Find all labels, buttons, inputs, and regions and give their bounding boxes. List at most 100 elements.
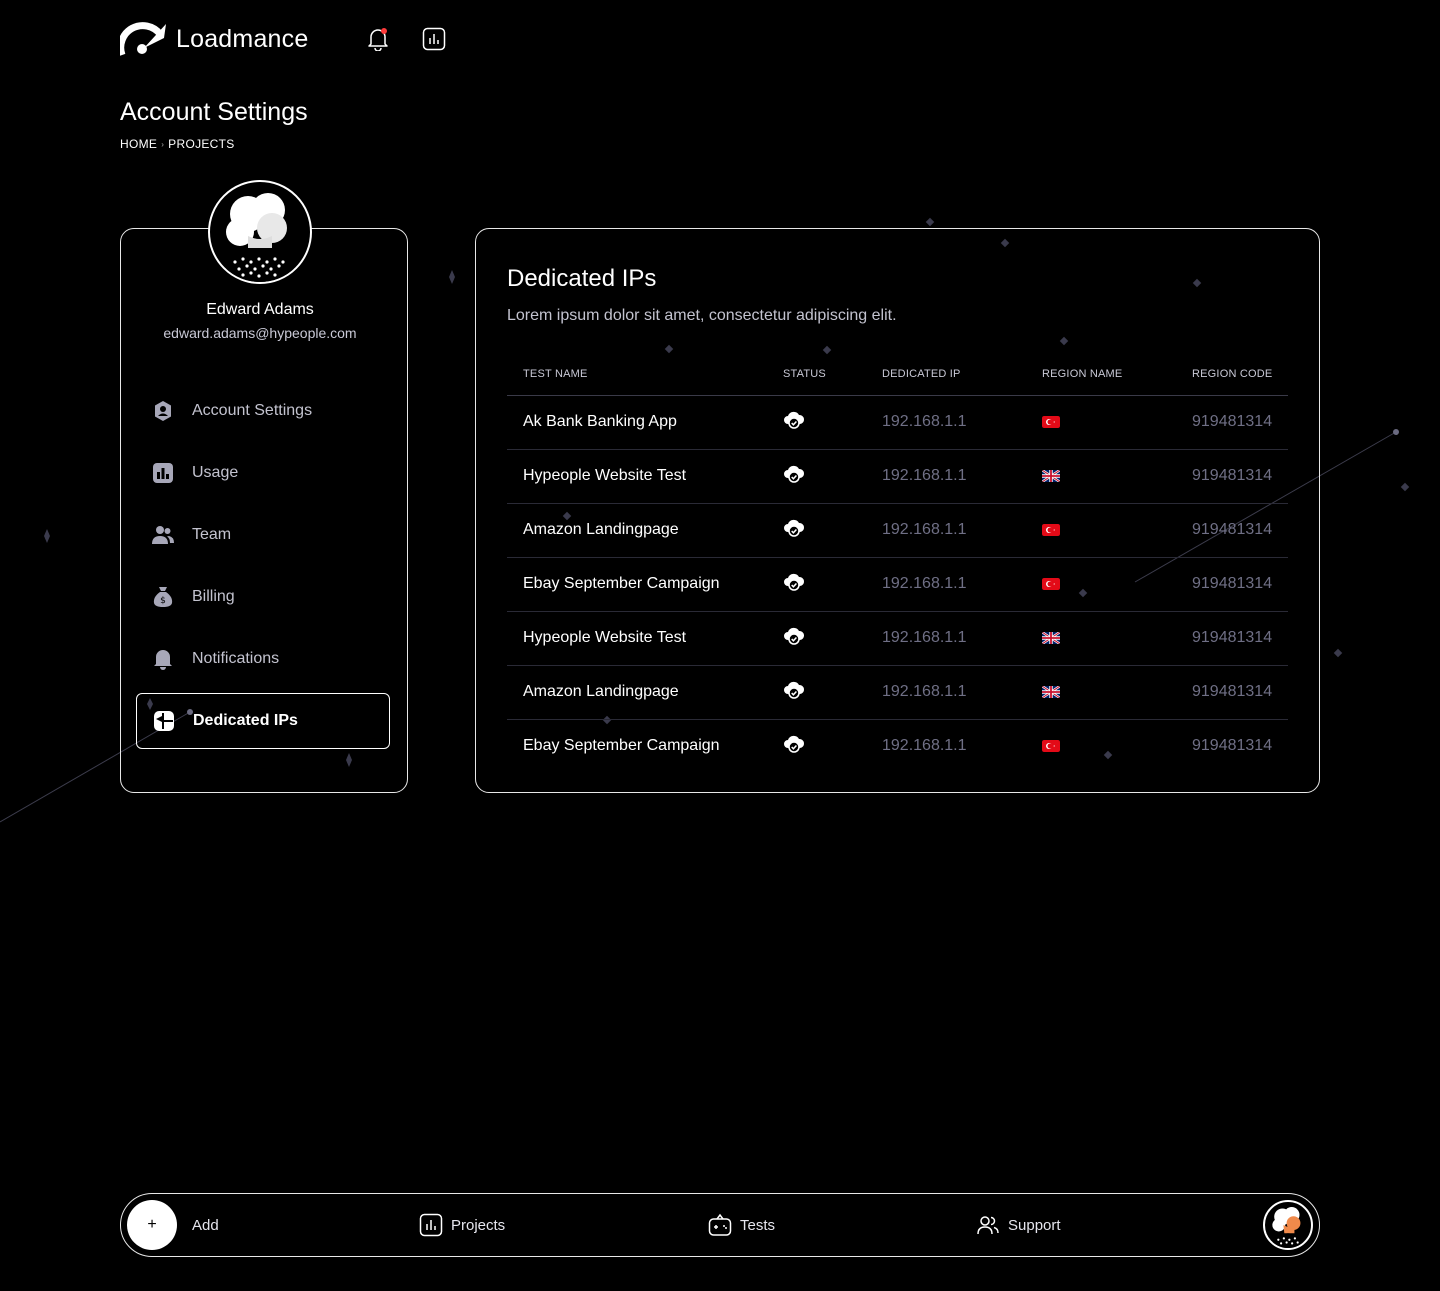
bar-chart-icon	[152, 462, 174, 484]
speedometer-logo-icon	[120, 22, 166, 56]
table-row[interactable]: Ebay September Campaign 192.168.1.1 919481…	[507, 557, 1288, 612]
status-cell	[783, 395, 882, 450]
cloud-check-icon	[783, 681, 805, 704]
region-name-cell	[1042, 611, 1192, 666]
nav-projects-label: Projects	[451, 1216, 506, 1234]
nav-tests[interactable]: Tests	[708, 1194, 775, 1256]
menu-item-billing[interactable]: $ Billing	[136, 569, 390, 625]
status-cell	[783, 665, 882, 720]
region-code-cell: 919481314	[1192, 665, 1288, 720]
column-dedicated-ip[interactable]: DEDICATED IP	[882, 353, 1042, 396]
user-avatar[interactable]	[1263, 1200, 1313, 1250]
breadcrumb-home[interactable]: HOME	[120, 137, 157, 151]
table-row[interactable]: Hypeople Website Test 192.168.1.1 91948131…	[507, 611, 1288, 666]
status-cell	[783, 611, 882, 666]
menu-item-dedicated-ips[interactable]: Dedicated IPs	[136, 693, 390, 749]
menu-item-label: Dedicated IPs	[193, 712, 298, 729]
user-shield-icon	[152, 400, 174, 422]
region-code-cell: 919481314	[1192, 611, 1288, 666]
table-row[interactable]: Amazon Landingpage 192.168.1.1 919481314	[507, 665, 1288, 720]
dedicated-ip-cell: 192.168.1.1	[882, 557, 1042, 612]
page-title: Account Settings	[120, 98, 308, 126]
add-label[interactable]: Add	[192, 1194, 219, 1256]
column-region-name[interactable]: REGION NAME	[1042, 353, 1192, 396]
panel-title: Dedicated IPs	[507, 265, 657, 292]
status-cell	[783, 719, 882, 773]
status-cell	[783, 503, 882, 558]
menu-item-account-settings[interactable]: Account Settings	[136, 383, 390, 439]
nav-support[interactable]: Support	[976, 1194, 1061, 1256]
dedicated-ip-cell: 192.168.1.1	[882, 737, 967, 755]
add-button[interactable]: +	[127, 1200, 177, 1250]
test-name-cell: Ak Bank Banking App	[507, 395, 783, 450]
uk-flag-icon	[1042, 629, 1060, 646]
dedicated-ip-cell: 192.168.1.1	[882, 665, 1042, 720]
status-cell	[783, 449, 882, 504]
nav-support-label: Support	[1008, 1216, 1061, 1234]
test-name-cell: Hypeople Website Test	[507, 449, 783, 504]
profile-name: Edward Adams	[206, 301, 314, 318]
menu-item-label: Usage	[192, 464, 239, 481]
gamepad-icon	[708, 1213, 732, 1236]
breadcrumb: HOME › PROJECTS	[120, 137, 235, 151]
nav-tests-label: Tests	[740, 1216, 776, 1234]
money-bag-icon: $	[152, 586, 174, 608]
region-name-cell	[1042, 395, 1192, 450]
profile-email: edward.adams@hypeople.com	[163, 325, 357, 341]
breadcrumb-projects[interactable]: PROJECTS	[168, 137, 234, 151]
menu-item-label: Account Settings	[192, 402, 313, 419]
panel-description: Lorem ipsum dolor sit amet, consectetur …	[507, 307, 897, 324]
chart-icon[interactable]	[420, 25, 448, 53]
test-name-cell: Hypeople Website Test	[507, 611, 783, 666]
cloud-check-icon	[783, 411, 805, 434]
column-test-name[interactable]: TEST NAME	[507, 353, 783, 396]
dedicated-ip-cell: 192.168.1.1	[882, 503, 1042, 558]
test-name-cell: Amazon Landingpage	[507, 665, 783, 720]
table-row[interactable]: Hypeople Website Test 192.168.1.1 91948131…	[507, 449, 1288, 504]
column-status[interactable]: STATUS	[783, 353, 882, 396]
uk-flag-icon	[1042, 467, 1060, 484]
turkey-flag-icon	[1042, 737, 1060, 754]
menu-item-team[interactable]: Team	[136, 507, 390, 563]
dedicated-ips-panel: Dedicated IPs Lorem ipsum dolor sit amet…	[475, 228, 1320, 793]
avatar[interactable]	[208, 180, 312, 284]
brand-logo[interactable]: Loadmance	[120, 22, 308, 56]
region-name-cell	[1042, 449, 1192, 504]
region-name-cell	[1042, 665, 1192, 720]
menu-item-notifications[interactable]: Notifications	[136, 631, 390, 687]
region-code-cell: 919481314	[1192, 737, 1273, 755]
cloud-check-icon	[783, 735, 805, 758]
cloud-check-icon	[783, 465, 805, 488]
region-name-cell	[1042, 503, 1192, 558]
cloud-check-icon	[783, 519, 805, 542]
menu-item-label: Billing	[192, 588, 235, 605]
menu-item-usage[interactable]: Usage	[136, 445, 390, 501]
chart-icon	[419, 1213, 443, 1237]
dedicated-ip-cell: 192.168.1.1	[882, 395, 1042, 450]
region-code-cell: 919481314	[1192, 557, 1288, 612]
region-name-cell	[1042, 557, 1192, 612]
table-header-row: TEST NAME STATUS DEDICATED IP REGION NAM…	[507, 353, 1288, 396]
users-icon	[977, 1216, 999, 1235]
menu-item-label: Team	[192, 526, 232, 543]
table-row[interactable]: Amazon Landingpage 192.168.1.1 919481314	[507, 503, 1288, 558]
top-header: Loadmance	[120, 18, 448, 60]
bottom-navigation: + Add Projects Tests Support	[120, 1193, 1320, 1257]
status-cell	[783, 557, 882, 612]
region-code-cell: 919481314	[1192, 503, 1288, 558]
region-name-cell	[1042, 719, 1192, 773]
table-row[interactable]: Ak Bank Banking App 192.168.1.1 919481314	[507, 395, 1288, 450]
ip-icon	[153, 710, 175, 732]
team-icon	[152, 524, 174, 546]
test-name-cell: Ebay September Campaign	[523, 737, 720, 755]
dedicated-ips-table: TEST NAME STATUS DEDICATED IP REGION NAM…	[507, 353, 1288, 773]
turkey-flag-icon	[1042, 521, 1060, 538]
column-region-code[interactable]: REGION CODE	[1192, 353, 1288, 396]
dedicated-ip-cell: 192.168.1.1	[882, 611, 1042, 666]
svg-text:$: $	[160, 596, 166, 606]
nav-projects[interactable]: Projects	[419, 1194, 505, 1256]
turkey-flag-icon	[1042, 413, 1060, 430]
bell-icon[interactable]	[364, 25, 392, 53]
table-row[interactable]: Ebay September Campaign 192.168.1.1 919481…	[507, 719, 1288, 773]
menu-item-label: Notifications	[192, 650, 280, 667]
